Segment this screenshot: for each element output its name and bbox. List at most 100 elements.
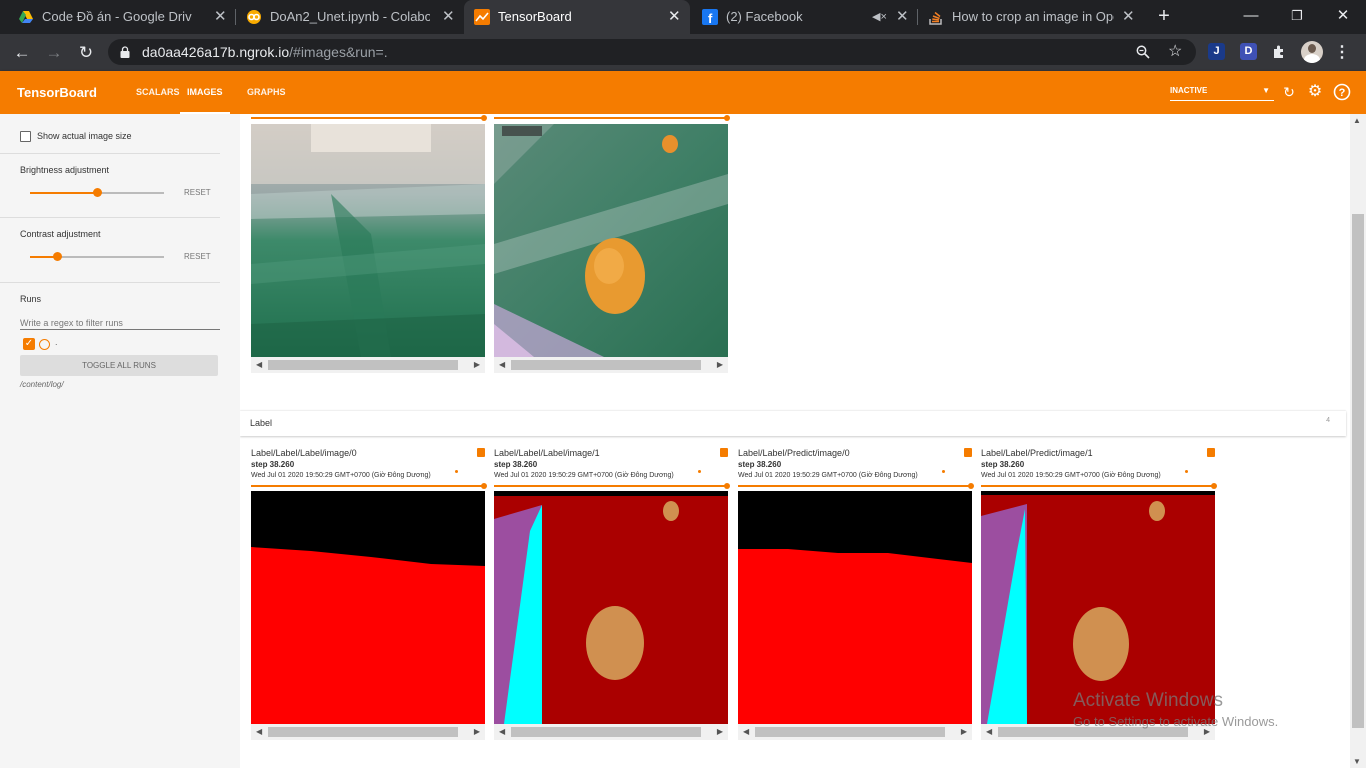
predict-image [738,491,972,724]
settings-gear-icon[interactable]: ⚙ [1306,83,1324,101]
forward-button[interactable]: → [41,40,67,66]
browser-menu-icon[interactable]: ⋮ [1334,42,1350,62]
step-slider[interactable] [251,115,487,121]
image-panel: ◀ ▶ [251,114,487,376]
horizontal-scrollbar[interactable]: ◀ ▶ [738,724,972,740]
scrollbar-thumb[interactable] [1352,214,1364,728]
slider-knob[interactable] [52,252,62,261]
contrast-slider[interactable] [30,252,164,261]
help-icon[interactable]: ? [1333,83,1351,101]
page-vertical-scrollbar[interactable]: ▲ ▼ [1350,114,1366,768]
panel-step: step 38.260 [494,460,538,469]
run-filter-input[interactable]: Write a regex to filter runs [20,313,220,330]
colab-icon [247,10,261,24]
scroll-down-arrow-icon[interactable]: ▼ [1353,757,1361,766]
panel-step: step 38.260 [738,460,782,469]
step-slider[interactable] [494,483,730,489]
scroll-up-arrow-icon[interactable]: ▲ [1353,116,1361,125]
run-color-circle-icon[interactable] [39,339,50,350]
step-slider[interactable] [251,483,487,489]
scrollbar-thumb[interactable] [268,360,458,370]
scrollbar-thumb[interactable] [755,727,945,737]
horizontal-scrollbar[interactable]: ◀ ▶ [494,724,728,740]
step-slider[interactable] [981,483,1217,489]
extension-d-icon[interactable]: D [1240,43,1257,60]
scrollbar-thumb[interactable] [268,727,458,737]
zoom-icon[interactable] [1136,45,1150,59]
step-slider[interactable] [738,483,974,489]
panel-step: step 38.260 [981,460,1025,469]
scroll-left-arrow-icon[interactable]: ◀ [499,724,505,740]
run-color-badge-icon [1207,448,1215,457]
watermark-subtitle: Go to Settings to activate Windows. [1073,714,1279,729]
extension-j-icon[interactable]: J [1208,43,1225,60]
close-icon[interactable]: ✕ [214,0,227,34]
sidebar: Show actual image size Brightness adjust… [0,114,240,768]
tab-google-drive[interactable]: Code Đồ án - Google Drive ✕ [8,0,234,34]
scroll-right-arrow-icon[interactable]: ▶ [961,724,967,740]
watermark-title: Activate Windows [1073,690,1223,711]
brightness-slider[interactable] [30,188,164,197]
tab-title: (2) Facebook [726,9,803,24]
tab-facebook[interactable]: f (2) Facebook ◀× ✕ [692,0,916,34]
run-checkbox[interactable]: ✓ [23,338,35,350]
tab-colab[interactable]: DoAn2_Unet.ipynb - Colaborat ✕ [236,0,462,34]
step-slider[interactable] [494,115,730,121]
scroll-left-arrow-icon[interactable]: ◀ [986,724,992,740]
stackoverflow-icon [929,11,942,25]
scroll-left-arrow-icon[interactable]: ◀ [256,357,262,373]
tab-title: DoAn2_Unet.ipynb - Colaborat [270,9,430,24]
scroll-right-arrow-icon[interactable]: ▶ [717,724,723,740]
close-icon[interactable]: ✕ [896,0,909,34]
scroll-left-arrow-icon[interactable]: ◀ [499,357,505,373]
panel-step: step 38.260 [251,460,295,469]
muted-speaker-icon[interactable]: ◀× [872,0,887,34]
tab-scalars[interactable]: SCALARS [136,71,180,114]
tab-images[interactable]: IMAGES [180,71,230,114]
panel-title: Label/Label/Predict/image/0 [738,448,850,458]
browser-tab-bar: Code Đồ án - Google Drive ✕ DoAn2_Unet.i… [0,0,1366,34]
run-filter-placeholder: Write a regex to filter runs [20,318,123,328]
dropdown-arrow-icon: ▼ [1262,86,1270,95]
close-icon[interactable]: ✕ [668,0,681,34]
restore-button[interactable]: ❐ [1274,0,1320,34]
new-tab-button[interactable]: + [1142,0,1186,34]
bookmark-star-icon[interactable]: ☆ [1168,39,1182,65]
scroll-right-arrow-icon[interactable]: ▶ [474,724,480,740]
show-actual-size-label: Show actual image size [37,131,132,141]
tab-title: TensorBoard [498,9,572,24]
toggle-all-runs-button[interactable]: TOGGLE ALL RUNS [20,355,218,376]
scrollbar-thumb[interactable] [511,360,701,370]
tab-stackoverflow[interactable]: How to crop an image in Oper ✕ [918,0,1144,34]
profile-avatar[interactable] [1301,41,1323,63]
scroll-right-arrow-icon[interactable]: ▶ [717,357,723,373]
back-button[interactable]: ← [9,40,35,66]
minimize-button[interactable]: — [1228,0,1274,34]
close-icon[interactable]: ✕ [1122,0,1135,34]
brightness-reset-button[interactable]: RESET [184,188,211,197]
show-actual-size-checkbox[interactable] [20,131,31,142]
horizontal-scrollbar[interactable]: ◀ ▶ [251,724,485,740]
close-icon[interactable]: ✕ [442,0,455,34]
input-image [251,124,485,357]
scrollbar-thumb[interactable] [511,727,701,737]
inactive-dashboard-select[interactable]: INACTIVE ▼ [1170,83,1274,101]
slider-knob[interactable] [93,188,102,197]
reload-button[interactable]: ↻ [73,40,99,66]
close-window-button[interactable]: ✕ [1320,0,1366,34]
scroll-left-arrow-icon[interactable]: ◀ [256,724,262,740]
label-section-header[interactable]: Label 4 [240,411,1346,436]
tab-tensorboard[interactable]: TensorBoard ✕ [464,0,690,34]
refresh-icon[interactable]: ↻ [1280,83,1298,101]
horizontal-scrollbar[interactable]: ◀ ▶ [494,357,728,373]
panel-date: Wed Jul 01 2020 19:50:29 GMT+0700 (Giờ Đ… [981,472,1161,479]
panel-date: Wed Jul 01 2020 19:50:29 GMT+0700 (Giờ Đ… [494,472,674,479]
extensions-puzzle-icon[interactable] [1271,43,1288,60]
scroll-left-arrow-icon[interactable]: ◀ [743,724,749,740]
address-bar[interactable]: da0aa426a17b.ngrok.io/#images&run=. ☆ [108,39,1196,65]
tab-graphs[interactable]: GRAPHS [247,71,286,114]
horizontal-scrollbar[interactable]: ◀ ▶ [251,357,485,373]
scroll-right-arrow-icon[interactable]: ▶ [474,357,480,373]
contrast-reset-button[interactable]: RESET [184,252,211,261]
image-panel: ◀ ▶ [494,114,730,376]
